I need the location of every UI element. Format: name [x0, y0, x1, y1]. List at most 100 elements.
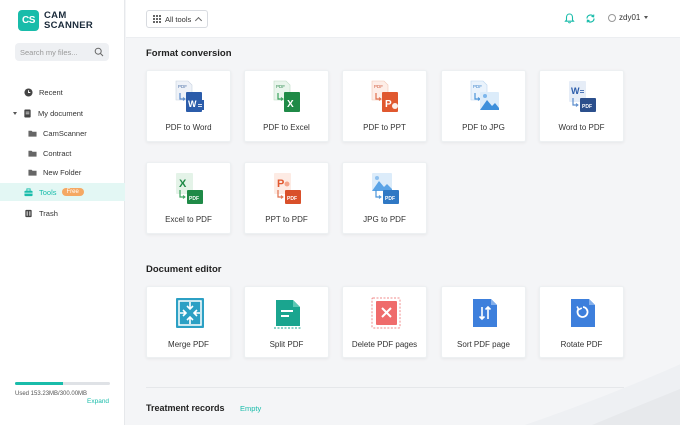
grid-icon [153, 15, 161, 23]
sync-icon[interactable] [585, 13, 596, 24]
search-icon[interactable] [94, 47, 104, 57]
sidebar-item-tools[interactable]: Tools Free [0, 183, 125, 201]
sidebar-item-camscanner[interactable]: CamScanner [0, 124, 125, 142]
tool-delete-pdf-pages[interactable]: Delete PDF pages [342, 286, 427, 358]
avatar [608, 13, 616, 22]
tool-jpg-to-pdf[interactable]: PDF JPG to PDF [342, 162, 427, 234]
tool-pdf-to-ppt[interactable]: PDF P PDF to PPT [342, 70, 427, 142]
sidebar-item-contract[interactable]: Contract [0, 144, 125, 162]
svg-text:PDF: PDF [178, 84, 187, 89]
tool-merge-pdf[interactable]: Merge PDF [146, 286, 231, 358]
tool-pdf-to-jpg[interactable]: PDF PDF to JPG [441, 70, 526, 142]
logo-mark: CS [18, 10, 39, 31]
tool-label: Sort PDF page [457, 340, 510, 349]
pdf-to-word-icon: PDF W [175, 80, 204, 112]
sidebar-item-label: New Folder [43, 167, 82, 177]
tool-label: PDF to PPT [363, 123, 406, 132]
search-input[interactable] [20, 47, 90, 57]
tool-label: JPG to PDF [363, 215, 406, 224]
storage-text: Used 153.23MB/300.00MB [15, 391, 88, 397]
tool-split-pdf[interactable]: Split PDF [244, 286, 329, 358]
trash-icon [25, 209, 32, 217]
svg-text:PDF: PDF [582, 104, 592, 110]
split-pdf-icon [274, 300, 302, 329]
svg-text:P: P [277, 178, 284, 190]
sidebar-item-label: Contract [43, 148, 72, 158]
tool-label: Split PDF [269, 340, 304, 349]
tool-label: PDF to JPG [462, 123, 505, 132]
decorative-wave [524, 364, 680, 425]
tool-label: Excel to PDF [165, 215, 212, 224]
svg-text:X: X [287, 99, 294, 110]
storage-progress-fill [15, 382, 64, 385]
sidebar-item-label: Tools [39, 187, 57, 197]
merge-pdf-icon [176, 298, 204, 328]
logo-text-line2: SCANNER [44, 19, 94, 31]
tool-label: Rotate PDF [560, 340, 603, 349]
tool-word-to-pdf[interactable]: W PDF Word to PDF [539, 70, 624, 142]
free-badge: Free [61, 188, 84, 196]
clock-icon [24, 87, 33, 97]
top-bar: All tools zdy01 [126, 0, 680, 38]
format-conversion-title: Format conversion [146, 48, 232, 59]
svg-text:PDF: PDF [473, 84, 482, 89]
document-icon [24, 108, 31, 118]
sidebar-item-my-document[interactable]: My document [0, 104, 125, 122]
expand-storage-link[interactable]: Expand [87, 398, 109, 405]
jpg-to-pdf-icon: PDF [372, 173, 399, 204]
tool-label: Merge PDF [168, 340, 209, 349]
word-to-pdf-icon: W PDF [569, 81, 596, 112]
storage-usage: Used 153.23MB/300.00MB [15, 382, 110, 397]
folder-icon [28, 169, 37, 176]
sidebar-item-label: Trash [39, 208, 58, 218]
treatment-records-title: Treatment records [146, 403, 225, 413]
tool-pdf-to-excel[interactable]: PDF X PDF to Excel [244, 70, 329, 142]
delete-pages-icon [371, 297, 401, 329]
pdf-to-jpg-icon: PDF [470, 80, 499, 110]
excel-to-pdf-icon: X PDF [176, 173, 203, 204]
all-tools-dropdown[interactable]: All tools [146, 10, 209, 28]
logo[interactable]: CS CAM SCANNER [18, 10, 93, 31]
svg-text:PDF: PDF [287, 196, 297, 202]
sidebar-item-new-folder[interactable]: New Folder [0, 163, 125, 181]
sidebar: CS CAM SCANNER Recent My document [0, 0, 125, 425]
pdf-to-ppt-icon: PDF P [371, 80, 398, 112]
svg-text:W: W [188, 99, 197, 109]
chevron-down-icon [644, 16, 649, 19]
tool-excel-to-pdf[interactable]: X PDF Excel to PDF [146, 162, 231, 234]
pdf-to-excel-icon: PDF X [273, 80, 300, 112]
tool-label: PDF to Word [165, 123, 212, 132]
tool-ppt-to-pdf[interactable]: P PDF PPT to PDF [244, 162, 329, 234]
tool-label: Word to PDF [558, 123, 605, 132]
logo-text-line1: CAM [44, 9, 67, 21]
svg-text:P: P [385, 99, 392, 110]
bell-icon[interactable] [564, 13, 575, 24]
tool-rotate-pdf[interactable]: Rotate PDF [539, 286, 624, 358]
tool-label: PPT to PDF [265, 215, 308, 224]
svg-text:PDF: PDF [385, 196, 395, 202]
sort-pages-icon [473, 299, 497, 327]
svg-text:PDF: PDF [276, 84, 285, 89]
sidebar-item-trash[interactable]: Trash [0, 204, 125, 222]
svg-text:W: W [571, 86, 580, 96]
toolbox-icon [24, 187, 33, 196]
folder-icon [28, 130, 37, 137]
storage-progress-bar [15, 382, 110, 385]
sidebar-item-recent[interactable]: Recent [0, 83, 125, 101]
tool-pdf-to-word[interactable]: PDF W PDF to Word [146, 70, 231, 142]
rotate-pdf-icon [571, 299, 595, 327]
user-menu[interactable]: zdy01 [608, 13, 649, 22]
sidebar-item-label: Recent [39, 87, 63, 97]
chevron-up-icon [195, 16, 203, 25]
sidebar-item-label: CamScanner [43, 128, 87, 138]
treatment-records-empty-label: Empty [240, 404, 262, 413]
document-editor-title: Document editor [146, 264, 222, 275]
username: zdy01 [619, 13, 641, 22]
sidebar-item-label: My document [38, 108, 84, 118]
search-box [15, 43, 109, 61]
svg-text:X: X [179, 178, 187, 190]
logo-text: CAM SCANNER [44, 9, 94, 31]
all-tools-label: All tools [165, 14, 192, 24]
tool-sort-pdf-page[interactable]: Sort PDF page [441, 286, 526, 358]
expand-caret-icon[interactable] [13, 111, 17, 115]
